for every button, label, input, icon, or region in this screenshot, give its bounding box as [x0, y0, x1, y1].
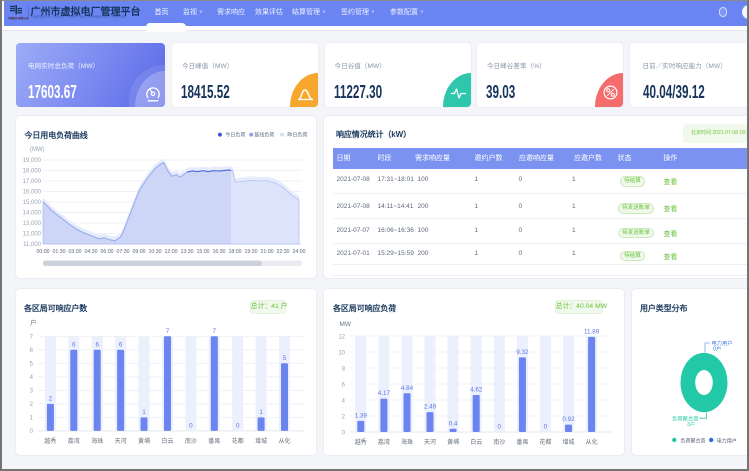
svg-text:6: 6 [30, 348, 34, 354]
svg-text:南沙: 南沙 [493, 438, 505, 446]
svg-text:基线负荷: 基线负荷 [254, 132, 274, 139]
svg-text:白云: 白云 [161, 437, 173, 445]
svg-text:15,000: 15,000 [23, 200, 42, 206]
svg-text:22:30: 22:30 [277, 249, 290, 255]
svg-text:10:30: 10:30 [149, 249, 162, 255]
svg-text:18,000: 18,000 [23, 169, 42, 175]
svg-text:(MW): (MW) [30, 147, 45, 153]
svg-text:2: 2 [30, 402, 34, 408]
svg-text:1: 1 [259, 409, 263, 416]
svg-text:越秀: 越秀 [355, 438, 367, 446]
svg-text:4.84: 4.84 [401, 385, 414, 392]
svg-text:19:30: 19:30 [245, 249, 258, 255]
svg-text:03:00: 03:00 [69, 249, 82, 255]
svg-text:黄埔: 黄埔 [447, 438, 459, 446]
svg-text:17,000: 17,000 [23, 179, 42, 185]
svg-text:04:30: 04:30 [85, 249, 98, 255]
svg-text:南沙: 南沙 [185, 437, 197, 445]
svg-text:天河: 天河 [424, 438, 436, 446]
svg-text:7: 7 [213, 328, 217, 335]
svg-text:白云: 白云 [470, 438, 482, 446]
svg-text:户: 户 [30, 318, 37, 327]
svg-text:24:00: 24:00 [293, 249, 306, 255]
svg-text:0户: 0户 [713, 345, 721, 353]
svg-text:1.39: 1.39 [355, 412, 368, 419]
svg-text:00:00: 00:00 [37, 249, 50, 255]
svg-text:从化: 从化 [586, 438, 598, 446]
svg-text:01:30: 01:30 [53, 249, 66, 255]
svg-text:越秀: 越秀 [44, 437, 56, 445]
svg-text:6: 6 [95, 341, 99, 348]
svg-text:3户: 3户 [687, 420, 695, 428]
svg-text:12:00: 12:00 [165, 249, 178, 255]
svg-text:2: 2 [49, 395, 53, 402]
svg-text:19,000: 19,000 [23, 158, 42, 164]
svg-text:12,000: 12,000 [23, 232, 42, 238]
svg-text:18:00: 18:00 [229, 249, 242, 255]
svg-text:0: 0 [342, 430, 346, 436]
svg-text:6: 6 [72, 341, 76, 348]
svg-text:14,000: 14,000 [23, 211, 42, 217]
svg-text:1: 1 [142, 409, 146, 416]
svg-text:2: 2 [342, 414, 346, 420]
svg-text:负荷聚合商: 负荷聚合商 [681, 437, 706, 444]
svg-text:0: 0 [236, 422, 240, 429]
svg-text:6: 6 [119, 341, 123, 348]
svg-text:4: 4 [30, 375, 34, 381]
svg-text:7: 7 [30, 335, 34, 341]
svg-text:海珠: 海珠 [91, 437, 103, 445]
svg-text:3: 3 [30, 389, 34, 395]
svg-text:昨日负荷: 昨日负荷 [287, 132, 307, 139]
svg-text:4.62: 4.62 [470, 387, 483, 394]
svg-text:11,000: 11,000 [23, 242, 42, 248]
svg-text:06:00: 06:00 [101, 249, 114, 255]
svg-text:16,000: 16,000 [23, 190, 42, 196]
svg-text:MW: MW [340, 321, 352, 328]
svg-text:5: 5 [30, 362, 34, 368]
svg-text:21:00: 21:00 [261, 249, 274, 255]
svg-text:今日负荷: 今日负荷 [225, 132, 245, 139]
svg-text:2.49: 2.49 [424, 404, 437, 411]
svg-text:天河: 天河 [115, 437, 127, 445]
svg-text:6: 6 [342, 382, 346, 388]
svg-text:黄埔: 黄埔 [138, 437, 150, 445]
svg-text:11.89: 11.89 [584, 328, 600, 335]
svg-text:10: 10 [338, 350, 345, 356]
svg-text:番禺: 番禺 [208, 438, 220, 445]
svg-text:07:30: 07:30 [117, 249, 130, 255]
svg-text:0.4: 0.4 [449, 420, 458, 427]
svg-text:增城: 增城 [255, 437, 267, 445]
svg-text:15:00: 15:00 [197, 249, 210, 255]
svg-text:花都: 花都 [539, 438, 551, 446]
svg-text:1: 1 [30, 416, 34, 422]
svg-text:13,000: 13,000 [23, 221, 42, 227]
svg-text:0: 0 [544, 424, 548, 431]
svg-text:电力用户: 电力用户 [717, 437, 737, 444]
svg-text:番禺: 番禺 [516, 439, 528, 446]
svg-text:从化: 从化 [278, 437, 290, 445]
svg-text:海珠: 海珠 [401, 438, 413, 446]
svg-text:0: 0 [498, 424, 502, 431]
svg-text:荔湾: 荔湾 [378, 438, 390, 446]
svg-text:荔湾: 荔湾 [68, 437, 80, 445]
svg-text:4: 4 [342, 398, 346, 404]
svg-text:7: 7 [166, 328, 170, 335]
svg-text:4.17: 4.17 [378, 390, 391, 397]
svg-text:增城: 增城 [562, 438, 574, 446]
svg-text:12: 12 [338, 334, 345, 340]
svg-text:8: 8 [342, 366, 346, 372]
svg-text:9.32: 9.32 [516, 349, 529, 356]
svg-text:13:30: 13:30 [181, 249, 194, 255]
svg-text:花都: 花都 [232, 437, 244, 445]
svg-text:5: 5 [283, 355, 287, 362]
svg-text:0: 0 [30, 429, 34, 435]
svg-text:16:30: 16:30 [213, 249, 226, 255]
svg-text:09:00: 09:00 [133, 249, 146, 255]
svg-text:0.92: 0.92 [562, 416, 575, 423]
svg-text:0: 0 [189, 422, 193, 429]
